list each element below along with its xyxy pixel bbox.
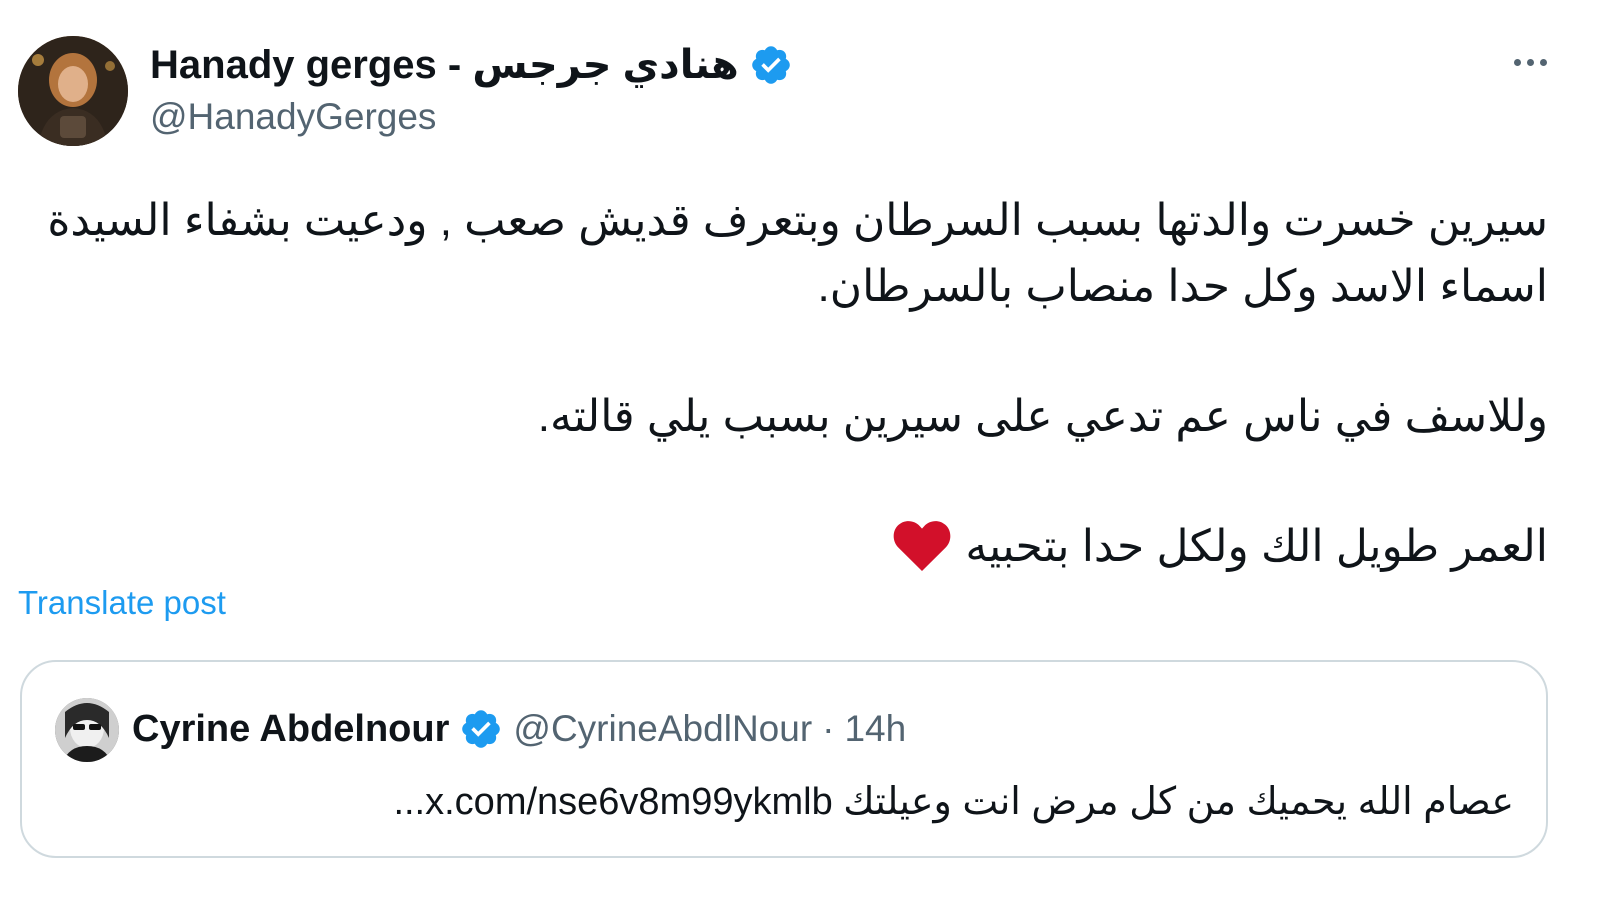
author-name[interactable]: هنادي جرجس - Hanady gerges <box>150 42 739 88</box>
verified-badge-icon[interactable] <box>749 43 793 87</box>
quote-author-name[interactable]: Cyrine Abdelnour <box>132 708 449 751</box>
tweet-text: سيرين خسرت والدتها بسبب السرطان وبتعرف ق… <box>40 188 1548 580</box>
quote-separator: · <box>822 708 835 749</box>
quote-author-avatar[interactable] <box>55 698 119 762</box>
author-handle[interactable]: @HanadyGerges <box>150 96 436 138</box>
quote-avatar-image <box>55 698 119 762</box>
more-options-button[interactable] <box>1500 40 1560 84</box>
author-avatar-image <box>18 36 128 146</box>
quoted-tweet[interactable]: Cyrine Abdelnour @CyrineAbdlNour · 14h ع… <box>20 660 1548 858</box>
tweet-paragraph-2: وللاسف في ناس عم تدعي على سيرين بسبب يلي… <box>537 392 1548 441</box>
quote-timestamp[interactable]: 14h <box>844 708 906 750</box>
tweet-paragraph-1: سيرين خسرت والدتها بسبب السرطان وبتعرف ق… <box>47 196 1548 311</box>
red-heart-icon <box>894 521 951 571</box>
author-avatar[interactable] <box>18 36 128 146</box>
tweet-card: هنادي جرجس - Hanady gerges @HanadyGerges… <box>0 0 1600 900</box>
quote-verified-badge-icon[interactable] <box>459 707 503 751</box>
tweet-paragraph-3-line: العمر طويل الك ولكل حدا بتحبيه <box>40 514 1548 580</box>
quote-text: عصام الله يحميك من كل مرض انت وعيلتك x.c… <box>393 781 1514 823</box>
quote-header: Cyrine Abdelnour @CyrineAbdlNour · 14h <box>132 704 906 754</box>
author-name-row: هنادي جرجس - Hanady gerges <box>150 40 793 90</box>
quote-author-handle[interactable]: @CyrineAbdlNour <box>513 708 812 750</box>
tweet-paragraph-3: العمر طويل الك ولكل حدا بتحبيه <box>965 522 1548 571</box>
more-horizontal-icon <box>1513 58 1521 66</box>
translate-post-link[interactable]: Translate post <box>18 584 226 622</box>
